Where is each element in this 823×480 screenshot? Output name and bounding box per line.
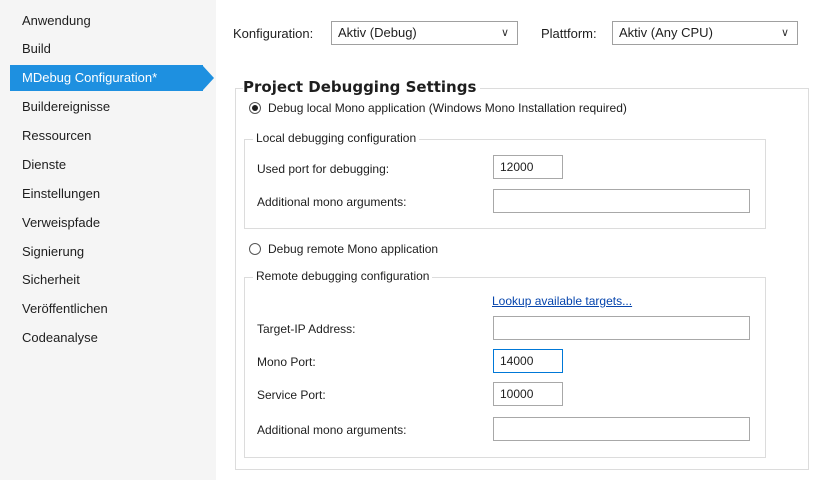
mono-port-input[interactable] <box>493 349 563 373</box>
lookup-targets-link[interactable]: Lookup available targets... <box>492 294 632 308</box>
local-group-title: Local debugging configuration <box>253 131 420 145</box>
configuration-label: Konfiguration: <box>233 26 314 41</box>
remote-args-label: Additional mono arguments: <box>257 423 407 437</box>
target-ip-label: Target-IP Address: <box>257 322 356 336</box>
used-port-label: Used port for debugging: <box>257 162 390 176</box>
sidebar-item-anwendung[interactable]: Anwendung <box>10 8 202 34</box>
platform-label: Plattform: <box>541 26 597 41</box>
configuration-dropdown[interactable]: Aktiv (Debug) ∨ <box>331 21 518 45</box>
local-args-label: Additional mono arguments: <box>257 195 407 209</box>
sidebar-item-mdebug-configuration[interactable]: MDebug Configuration* <box>10 65 203 91</box>
sidebar-item-buildereignisse[interactable]: Buildereignisse <box>10 94 202 120</box>
active-item-arrow <box>203 66 214 90</box>
configuration-value: Aktiv (Debug) <box>338 25 417 40</box>
sidebar-item-dienste[interactable]: Dienste <box>10 152 202 178</box>
mono-port-label: Mono Port: <box>257 355 316 369</box>
sidebar-item-verweispfade[interactable]: Verweispfade <box>10 210 202 236</box>
debug-remote-radio[interactable] <box>249 243 261 255</box>
local-args-input[interactable] <box>493 189 750 213</box>
chevron-down-icon: ∨ <box>780 27 789 39</box>
platform-dropdown[interactable]: Aktiv (Any CPU) ∨ <box>612 21 798 45</box>
debug-local-radio[interactable] <box>249 102 261 114</box>
sidebar-item-codeanalyse[interactable]: Codeanalyse <box>10 325 202 351</box>
target-ip-input[interactable] <box>493 316 750 340</box>
sidebar-item-einstellungen[interactable]: Einstellungen <box>10 181 202 207</box>
debug-local-label: Debug local Mono application (Windows Mo… <box>268 101 627 115</box>
used-port-input[interactable] <box>493 155 563 179</box>
sidebar-item-veroeffentlichen[interactable]: Veröffentlichen <box>10 296 202 322</box>
remote-args-input[interactable] <box>493 417 750 441</box>
sidebar-item-build[interactable]: Build <box>10 36 202 62</box>
service-port-input[interactable] <box>493 382 563 406</box>
panel-title: Project Debugging Settings <box>243 78 481 96</box>
remote-group-title: Remote debugging configuration <box>253 269 433 283</box>
debug-remote-label: Debug remote Mono application <box>268 242 439 256</box>
sidebar-item-ressourcen[interactable]: Ressourcen <box>10 123 202 149</box>
service-port-label: Service Port: <box>257 388 326 402</box>
chevron-down-icon: ∨ <box>500 27 509 39</box>
local-debugging-group <box>244 139 766 229</box>
sidebar: Anwendung Build MDebug Configuration* Bu… <box>0 0 216 480</box>
sidebar-item-sicherheit[interactable]: Sicherheit <box>10 267 202 293</box>
sidebar-item-signierung[interactable]: Signierung <box>10 239 202 265</box>
platform-value: Aktiv (Any CPU) <box>619 25 713 40</box>
